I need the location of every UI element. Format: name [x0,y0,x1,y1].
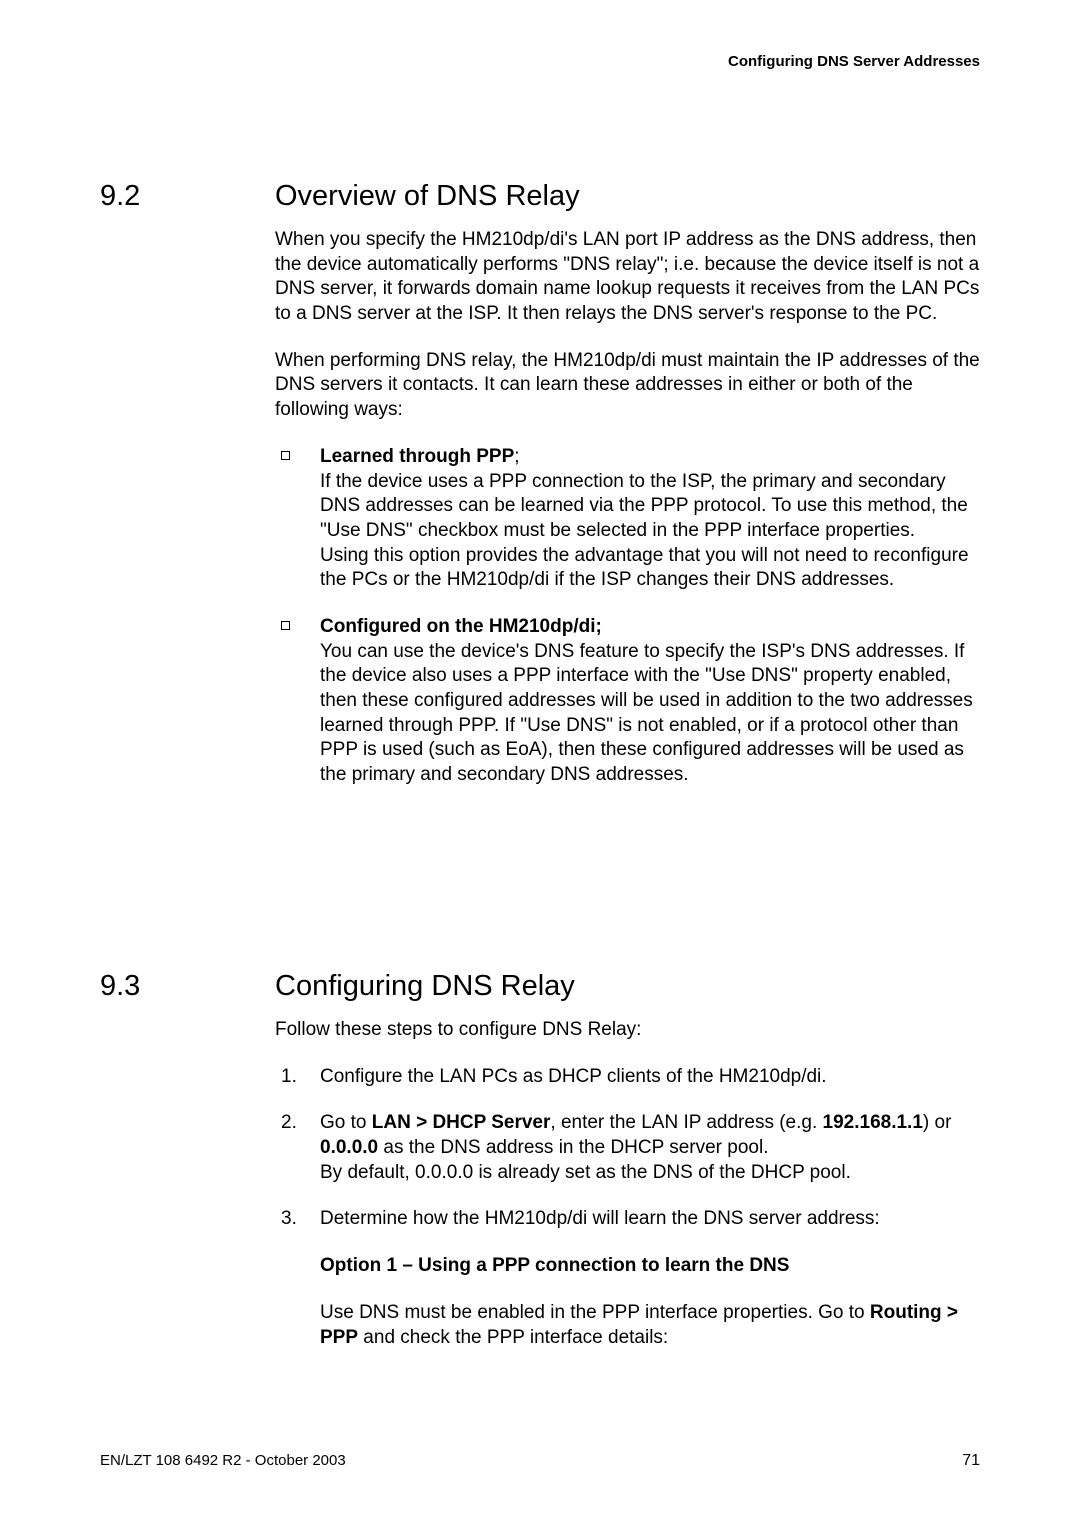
text: Go to [320,1112,372,1133]
bullet-body: If the device uses a PPP connection to t… [320,471,968,541]
paragraph: When performing DNS relay, the HM210dp/d… [275,349,980,423]
bullet-heading: Learned through PPP [320,446,514,467]
step-1: 1. Configure the LAN PCs as DHCP clients… [275,1065,980,1090]
paragraph: Follow these steps to configure DNS Rela… [275,1018,980,1043]
section-9-2-body: When you specify the HM210dp/di's LAN po… [275,228,980,810]
section-9-3-heading: 9.3 Configuring DNS Relay [100,968,980,1006]
bullet-item-learned-ppp: Learned through PPP; If the device uses … [275,445,980,593]
text: , enter the LAN IP address (e.g. [550,1112,822,1133]
page-footer: EN/LZT 108 6492 R2 - October 2003 71 [100,1451,980,1472]
footer-page-number: 71 [962,1451,980,1472]
list-marker: 1. [281,1065,297,1090]
bullet-list: Learned through PPP; If the device uses … [275,445,980,788]
section-number: 9.3 [100,968,275,1006]
option-heading: Option 1 – Using a PPP connection to lea… [320,1254,980,1279]
bullet-body: Using this option provides the advantage… [320,545,969,591]
text: ; [514,446,519,467]
paragraph: When you specify the HM210dp/di's LAN po… [275,228,980,327]
step-2: 2. Go to LAN > DHCP Server, enter the LA… [275,1111,980,1185]
numbered-list: 1. Configure the LAN PCs as DHCP clients… [275,1065,980,1232]
step-text: Configure the LAN PCs as DHCP clients of… [320,1066,827,1087]
menu-path: LAN > DHCP Server [372,1112,551,1133]
bullet-body: You can use the device's DNS feature to … [320,641,973,785]
text: and check the PPP interface details: [358,1327,668,1348]
list-marker: 3. [281,1207,297,1232]
footer-doc-id: EN/LZT 108 6492 R2 - October 2003 [100,1451,346,1472]
text: Use DNS must be enabled in the PPP inter… [320,1302,870,1323]
list-marker: 2. [281,1111,297,1136]
section-title: Overview of DNS Relay [275,178,580,216]
text: as the DNS address in the DHCP server po… [378,1137,768,1158]
step-text: Determine how the HM210dp/di will learn … [320,1208,880,1229]
option-body: Use DNS must be enabled in the PPP inter… [320,1301,980,1350]
section-9-2-heading: 9.2 Overview of DNS Relay [100,178,980,216]
bullet-heading: Configured on the HM210dp/di; [320,616,602,637]
ip-address: 0.0.0.0 [320,1137,378,1158]
step-3: 3. Determine how the HM210dp/di will lea… [275,1207,980,1232]
text: ) or [923,1112,952,1133]
section-9-3-body: Follow these steps to configure DNS Rela… [275,1018,980,1372]
ip-address: 192.168.1.1 [823,1112,923,1133]
bullet-item-configured: Configured on the HM210dp/di; You can us… [275,615,980,788]
running-header: Configuring DNS Server Addresses [728,52,980,72]
step-note: By default, 0.0.0.0 is already set as th… [320,1162,851,1183]
section-number: 9.2 [100,178,275,216]
section-title: Configuring DNS Relay [275,968,575,1006]
